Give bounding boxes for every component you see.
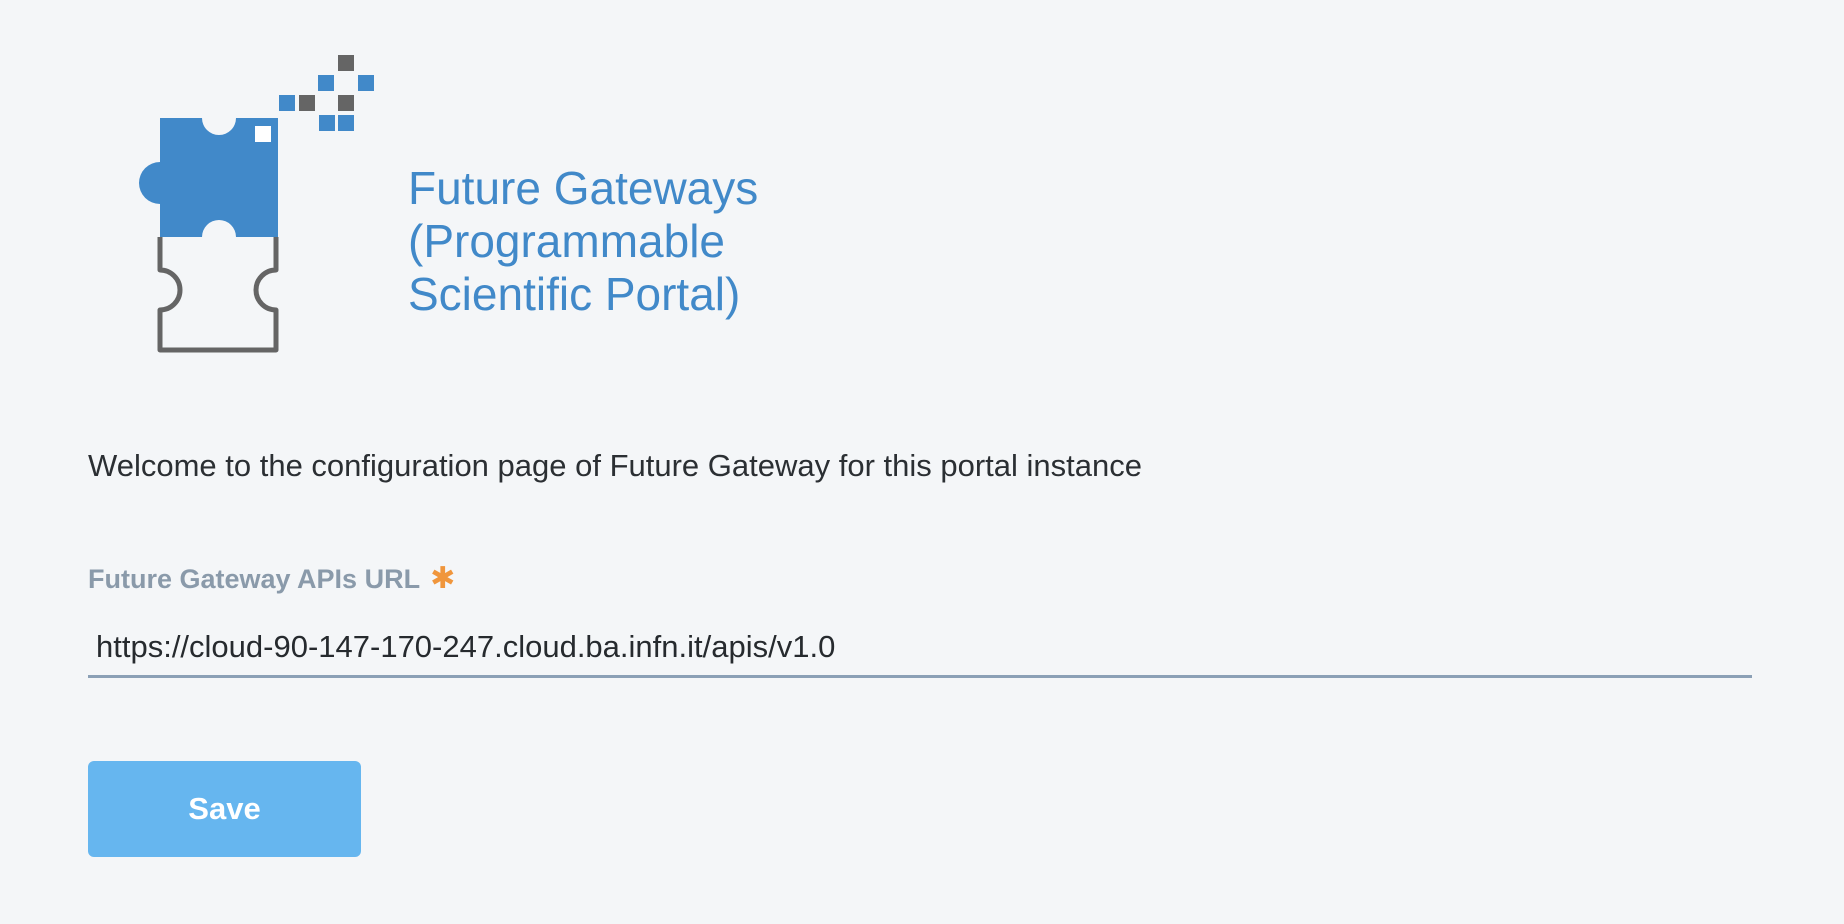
url-field-label: Future Gateway APIs URL ✱ — [88, 562, 455, 596]
puzzle-pieces-icon — [139, 55, 374, 353]
url-field-label-text: Future Gateway APIs URL — [88, 564, 421, 594]
configuration-page: Future Gateways (Programmable Scientific… — [0, 0, 1844, 924]
portal-title: Future Gateways (Programmable Scientific… — [408, 162, 759, 320]
welcome-message: Welcome to the configuration page of Fut… — [88, 448, 1142, 483]
required-asterisk-icon: ✱ — [430, 562, 456, 595]
api-url-input[interactable] — [88, 618, 1752, 678]
save-button[interactable]: Save — [88, 761, 361, 857]
